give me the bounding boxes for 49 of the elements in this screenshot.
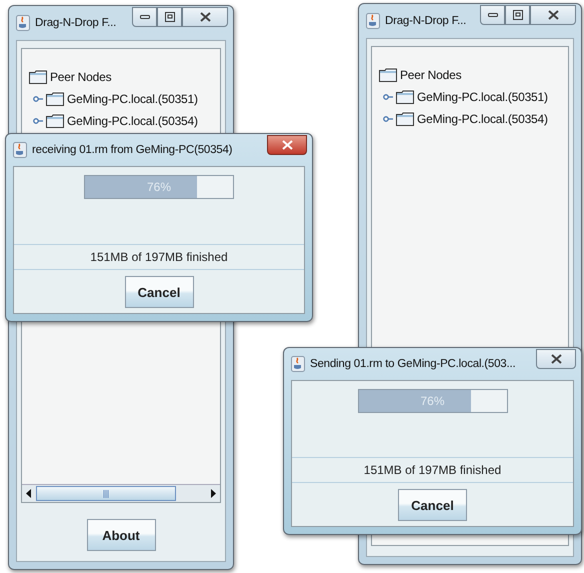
- minimize-icon: [140, 14, 150, 20]
- window-title: receiving 01.rm from GeMing-PC(50354): [32, 144, 232, 156]
- folder-icon: [46, 114, 64, 128]
- maximize-button[interactable]: [157, 7, 182, 27]
- minimize-button[interactable]: [132, 7, 157, 27]
- folder-icon: [396, 112, 414, 126]
- tree-node[interactable]: Peer Nodes: [50, 70, 112, 84]
- folder-icon: [379, 68, 397, 82]
- cancel-button[interactable]: Cancel: [398, 489, 467, 521]
- close-icon: [200, 12, 210, 22]
- close-icon: [550, 354, 562, 364]
- java-cup-icon: [366, 13, 380, 29]
- minimize-icon: [488, 12, 498, 18]
- tree-node[interactable]: GeMing-PC.local.(50354): [417, 112, 548, 126]
- close-icon: [282, 140, 292, 150]
- close-button[interactable]: [267, 135, 307, 155]
- window-title: Drag-N-Drop F...: [385, 15, 466, 27]
- window-title: Sending 01.rm to GeMing-PC.local.(503...: [310, 358, 516, 370]
- folder-icon: [46, 92, 64, 106]
- horizontal-scrollbar[interactable]: [22, 484, 220, 502]
- java-cup-icon: [16, 15, 30, 31]
- tree-handle-icon[interactable]: [33, 117, 43, 125]
- window-title: Drag-N-Drop F...: [35, 17, 116, 29]
- tree-handle-icon[interactable]: [383, 93, 393, 101]
- folder-icon: [29, 70, 47, 84]
- tree-node[interactable]: Peer Nodes: [400, 68, 462, 82]
- tree-node[interactable]: GeMing-PC.local.(50351): [67, 92, 198, 106]
- cancel-button[interactable]: Cancel: [124, 276, 194, 308]
- status-text: 151MB of 197MB finished: [292, 458, 573, 483]
- progress-percent: 76%: [146, 180, 172, 194]
- java-cup-icon: [13, 142, 27, 158]
- about-button[interactable]: About: [86, 519, 156, 551]
- maximize-button[interactable]: [505, 5, 530, 25]
- close-button[interactable]: [536, 349, 576, 369]
- close-button[interactable]: [182, 7, 228, 27]
- close-button[interactable]: [530, 5, 576, 25]
- folder-icon: [396, 90, 414, 104]
- minimize-button[interactable]: [480, 5, 505, 25]
- maximize-icon: [512, 10, 522, 20]
- java-cup-icon: [291, 356, 305, 372]
- tree-node[interactable]: GeMing-PC.local.(50351): [417, 90, 548, 104]
- maximize-icon: [164, 12, 174, 22]
- tree-handle-icon[interactable]: [383, 115, 393, 123]
- scroll-thumb[interactable]: [36, 486, 176, 501]
- close-icon: [548, 10, 558, 20]
- tree-handle-icon[interactable]: [33, 95, 43, 103]
- tree-node[interactable]: GeMing-PC.local.(50354): [67, 114, 198, 128]
- progress-percent: 76%: [420, 394, 445, 408]
- status-text: 151MB of 197MB finished: [14, 245, 304, 270]
